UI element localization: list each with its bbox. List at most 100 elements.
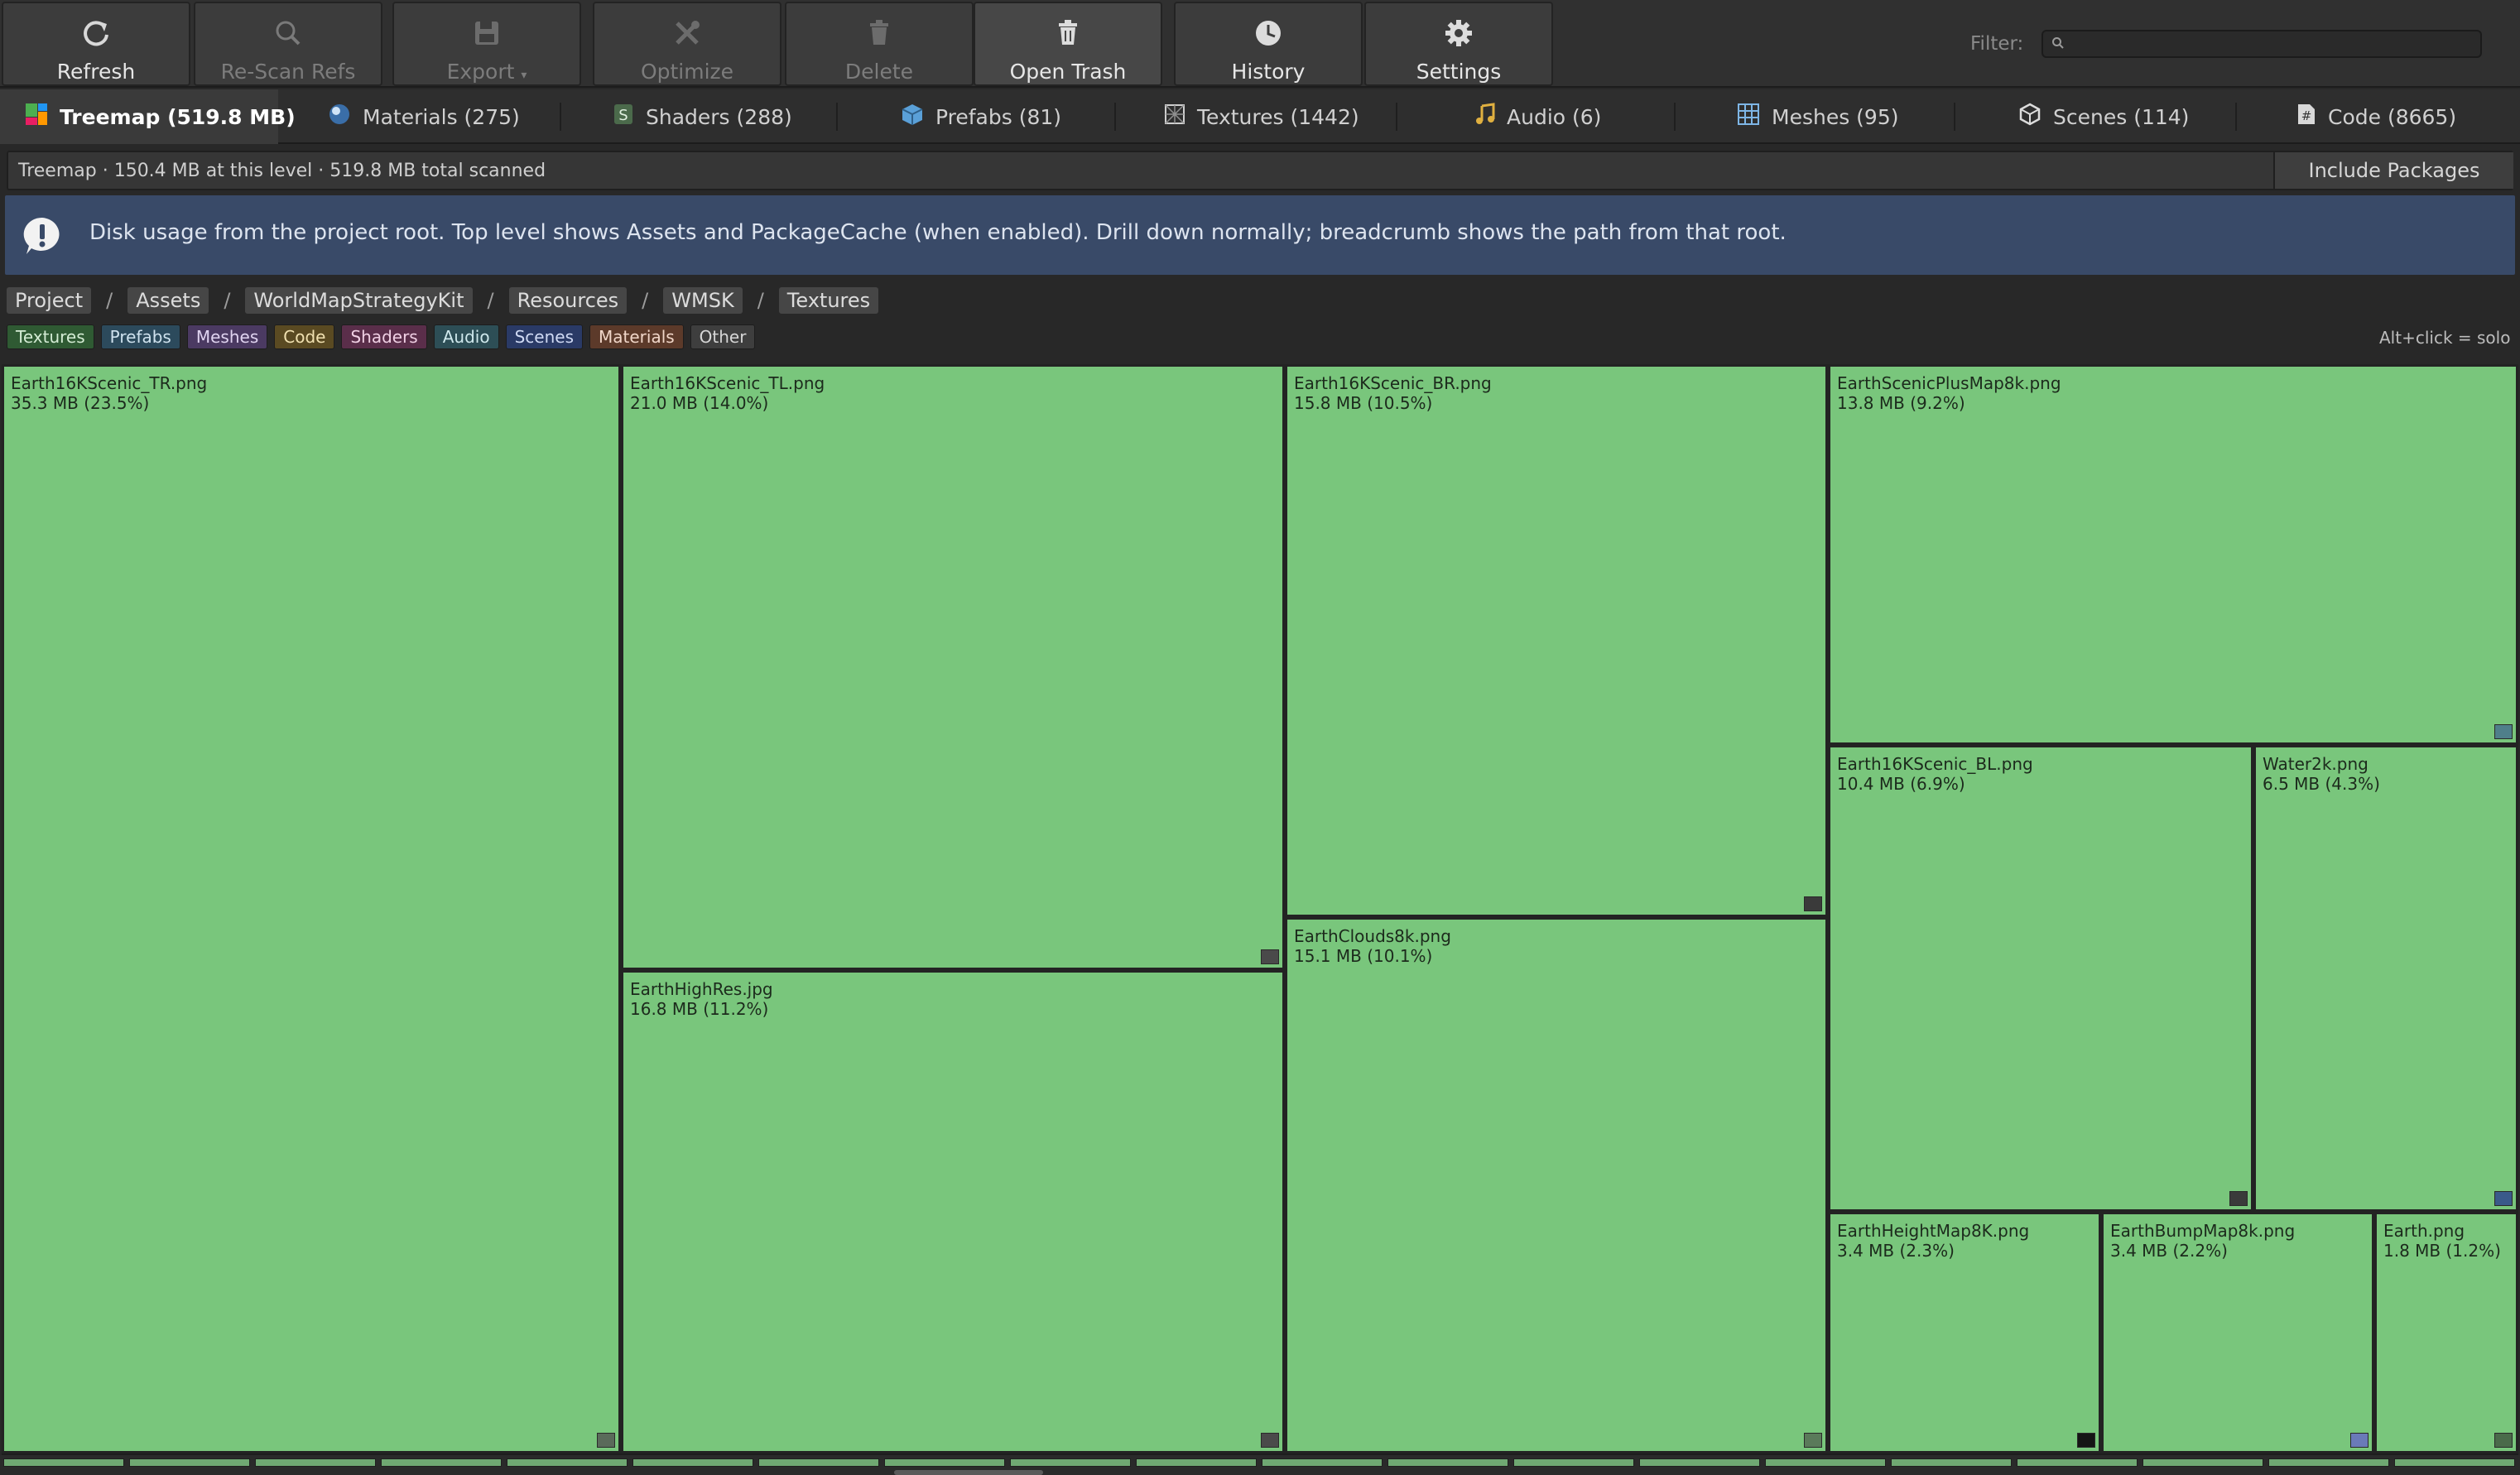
legend-chip-textures[interactable]: Textures: [7, 324, 94, 349]
filter-input[interactable]: [2041, 30, 2482, 58]
delete-button[interactable]: Delete: [785, 2, 974, 86]
tile-file-name: EarthScenicPlusMap8k.png: [1837, 373, 2061, 393]
legend-chip-audio[interactable]: Audio: [433, 324, 499, 349]
breadcrumb-worldmapstrategykit[interactable]: WorldMapStrategyKit: [245, 287, 473, 314]
treemap-overflow-tile[interactable]: [2142, 1458, 2263, 1467]
treemap-tile[interactable]: Water2k.png 6.5 MB (4.3%): [2253, 745, 2518, 1212]
treemap-icon: [25, 103, 48, 131]
treemap-overflow-tile[interactable]: [2394, 1458, 2515, 1467]
tile-file-size: 1.8 MB (1.2%): [2383, 1241, 2501, 1261]
treemap-overflow-tile[interactable]: [1387, 1458, 1508, 1467]
treemap-overflow-tile[interactable]: [507, 1458, 628, 1467]
settings-button[interactable]: Settings: [1364, 2, 1553, 86]
optimize-button[interactable]: Optimize: [593, 2, 781, 86]
texture-thumbnail-icon: [1261, 949, 1279, 964]
include-packages-button[interactable]: Include Packages: [2273, 152, 2513, 189]
texture-thumbnail-icon: [1804, 896, 1822, 911]
legend-chip-scenes[interactable]: Scenes: [505, 324, 583, 349]
treemap-overflow-tile[interactable]: [1010, 1458, 1131, 1467]
legend-chip-prefabs[interactable]: Prefabs: [100, 324, 180, 349]
svg-text:#: #: [2301, 108, 2312, 123]
tab-shaders[interactable]: S Shaders (288): [613, 89, 792, 144]
treemap-tile[interactable]: Earth16KScenic_TL.png 21.0 MB (14.0%): [621, 364, 1285, 970]
treemap-tile[interactable]: Earth.png 1.8 MB (1.2%): [2374, 1212, 2518, 1453]
treemap-tile[interactable]: Earth16KScenic_BL.png 10.4 MB (6.9%): [1828, 745, 2253, 1212]
treemap-overflow-tile[interactable]: [381, 1458, 502, 1467]
tile-file-size: 15.1 MB (10.1%): [1294, 946, 1433, 966]
tab-code[interactable]: # Code (8665): [2296, 89, 2456, 144]
treemap-overflow-tile[interactable]: [1262, 1458, 1383, 1467]
treemap-overflow-tile[interactable]: [129, 1458, 250, 1467]
history-label: History: [1231, 60, 1306, 84]
treemap-overflow-tile[interactable]: [3, 1458, 124, 1467]
open-trash-label: Open Trash: [1009, 60, 1127, 84]
search-icon: [272, 15, 305, 51]
legend-chip-meshes[interactable]: Meshes: [186, 324, 268, 349]
treemap-overflow-tile[interactable]: [758, 1458, 879, 1467]
texture-thumbnail-icon: [2350, 1433, 2369, 1448]
status-text: Treemap · 150.4 MB at this level · 519.8…: [18, 161, 546, 181]
legend-chip-shaders[interactable]: Shaders: [341, 324, 427, 349]
material-sphere-icon: [328, 103, 351, 131]
open-trash-button[interactable]: Open Trash: [974, 2, 1162, 86]
tab-textures[interactable]: Textures (1442): [1164, 89, 1359, 144]
treemap-tile[interactable]: Earth16KScenic_BR.png 15.8 MB (10.5%): [1285, 364, 1828, 917]
treemap-tile[interactable]: EarthScenicPlusMap8k.png 13.8 MB (9.2%): [1828, 364, 2518, 745]
tab-scenes[interactable]: Scenes (114): [2018, 89, 2189, 144]
tile-file-name: Water2k.png: [2263, 754, 2369, 774]
treemap-overflow-tile[interactable]: [255, 1458, 376, 1467]
tab-prefabs-label: Prefabs (81): [935, 104, 1062, 129]
tab-meshes[interactable]: Meshes (95): [1737, 89, 1899, 144]
breadcrumb-separator: /: [487, 289, 494, 312]
treemap-tile[interactable]: EarthHighRes.jpg 16.8 MB (11.2%): [621, 970, 1285, 1453]
tile-file-size: 3.4 MB (2.3%): [1837, 1241, 1955, 1261]
treemap-tile[interactable]: EarthClouds8k.png 15.1 MB (10.1%): [1285, 917, 1828, 1453]
tab-divider: [1674, 103, 1676, 131]
shader-icon: S: [613, 103, 634, 131]
treemap-tile[interactable]: EarthHeightMap8K.png 3.4 MB (2.3%): [1828, 1212, 2101, 1453]
breadcrumb-resources[interactable]: Resources: [508, 287, 628, 314]
export-button[interactable]: Export ▾: [392, 2, 581, 86]
treemap-overflow-tile[interactable]: [1639, 1458, 1760, 1467]
refresh-button[interactable]: Refresh: [2, 2, 190, 86]
treemap: Earth16KScenic_TR.png 35.3 MB (23.5%) Eart…: [2, 364, 2518, 1455]
music-note-icon: [1475, 103, 1495, 131]
breadcrumb-separator: /: [757, 289, 764, 312]
legend-chip-materials[interactable]: Materials: [589, 324, 684, 349]
breadcrumb-assets[interactable]: Assets: [127, 287, 209, 314]
breadcrumb-textures[interactable]: Textures: [778, 287, 879, 314]
legend-chip-other[interactable]: Other: [690, 324, 756, 349]
treemap-overflow-tile[interactable]: [632, 1458, 753, 1467]
treemap-overflow-tile[interactable]: [884, 1458, 1005, 1467]
treemap-tile[interactable]: Earth16KScenic_TR.png 35.3 MB (23.5%): [2, 364, 621, 1453]
svg-text:S: S: [618, 107, 628, 124]
tab-prefabs[interactable]: Prefabs (81): [901, 89, 1061, 144]
tab-divider: [1396, 103, 1397, 131]
tab-audio[interactable]: Audio (6): [1475, 89, 1601, 144]
history-button[interactable]: History: [1174, 2, 1363, 86]
tile-file-name: EarthHighRes.jpg: [630, 979, 773, 999]
breadcrumb-separator: /: [224, 289, 231, 312]
treemap-overflow-tile[interactable]: [2268, 1458, 2389, 1467]
tab-shaders-label: Shaders (288): [646, 104, 792, 129]
rescan-refs-button[interactable]: Re-Scan Refs: [194, 2, 567, 86]
tab-divider: [1954, 103, 1955, 131]
type-legend: Textures Prefabs Meshes Code Shaders Audio Sce…: [7, 324, 756, 351]
tab-materials[interactable]: Materials (275): [328, 89, 520, 144]
legend-chip-code[interactable]: Code: [274, 324, 335, 349]
tab-treemap[interactable]: Treemap (519.8 MB): [0, 89, 296, 144]
texture-thumbnail-icon: [2494, 724, 2513, 739]
treemap-overflow-tile[interactable]: [1891, 1458, 2012, 1467]
breadcrumb-project[interactable]: Project: [7, 287, 92, 314]
treemap-overflow-tile[interactable]: [1765, 1458, 1886, 1467]
treemap-overflow-tile[interactable]: [2017, 1458, 2138, 1467]
info-banner-text: Disk usage from the project root. Top le…: [89, 220, 1787, 245]
breadcrumb-wmsk[interactable]: WMSK: [663, 287, 743, 314]
export-label: Export ▾: [446, 60, 527, 84]
horizontal-scrollbar[interactable]: [894, 1470, 1043, 1475]
treemap-tile[interactable]: EarthBumpMap8k.png 3.4 MB (2.2%): [2101, 1212, 2374, 1453]
treemap-overflow-tile[interactable]: [1513, 1458, 1634, 1467]
tab-treemap-label: Treemap (519.8 MB): [60, 104, 296, 129]
scene-icon: [2018, 103, 2041, 131]
treemap-overflow-tile[interactable]: [1136, 1458, 1257, 1467]
